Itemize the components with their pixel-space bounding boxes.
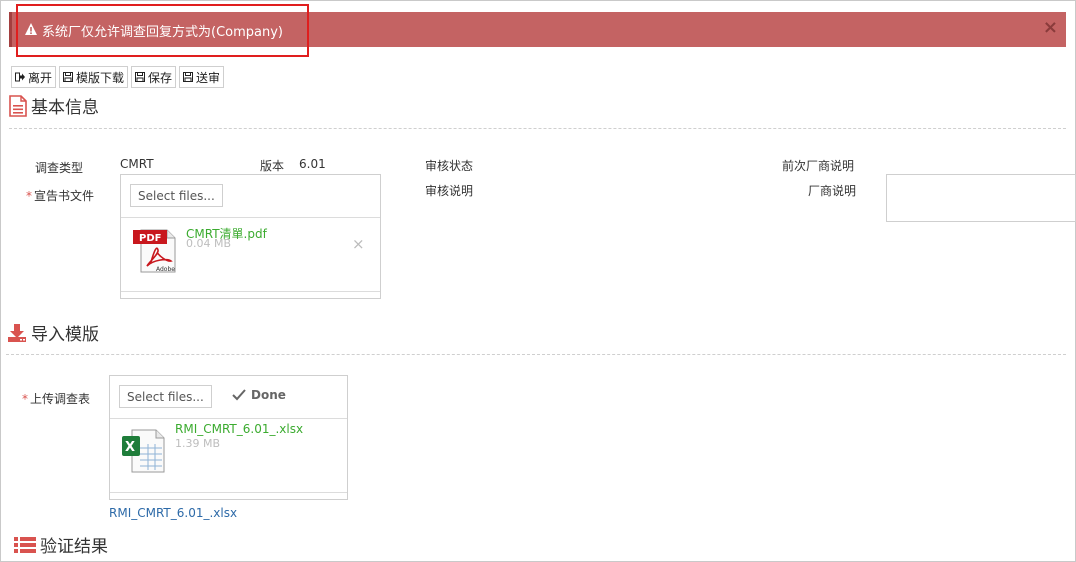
declaration-upload: Select files... PDF Adobe CMRT清單.pdf 0.0… xyxy=(120,174,381,299)
list-icon xyxy=(14,536,36,553)
save-label: 保存 xyxy=(148,70,173,85)
svg-text:PDF: PDF xyxy=(139,233,161,244)
upload-status: Done xyxy=(232,388,286,402)
select-files-button[interactable]: Select files... xyxy=(119,385,212,408)
pdf-file-icon: PDF Adobe xyxy=(133,229,176,273)
declaration-file-size: 0.04 MB xyxy=(186,237,232,250)
save-button[interactable]: 保存 xyxy=(131,66,177,88)
survey-file-link[interactable]: RMI_CMRT_6.01_.xlsx xyxy=(109,506,237,520)
upload-footer xyxy=(121,291,380,292)
survey-upload: Select files... Done X RMI_CMRT_6.01_.xl… xyxy=(109,375,348,500)
upload-survey-label-text: 上传调查表 xyxy=(30,392,91,406)
section-title: 导入模版 xyxy=(31,325,99,345)
version-value: 6.01 xyxy=(299,157,326,171)
audit-status-label: 审核状态 xyxy=(425,159,474,173)
leave-button[interactable]: 离开 xyxy=(11,66,57,88)
done-label: Done xyxy=(251,388,286,402)
template-download-label: 模版下载 xyxy=(76,70,125,85)
survey-type-label: 调查类型 xyxy=(35,161,84,175)
vendor-note-textarea[interactable] xyxy=(886,174,1076,222)
submit-button[interactable]: 送审 xyxy=(179,66,225,88)
declaration-label: * 宣告书文件 xyxy=(26,187,94,204)
upload-divider xyxy=(110,418,347,419)
floppy-icon xyxy=(63,72,74,82)
submit-label: 送审 xyxy=(196,70,221,85)
section-verify-result: 验证结果 xyxy=(14,532,108,557)
version-label: 版本 xyxy=(260,159,285,173)
select-files-button[interactable]: Select files... xyxy=(130,184,223,207)
svg-text:X: X xyxy=(125,440,135,455)
vendor-note-label: 厂商说明 xyxy=(808,184,857,198)
declaration-label-text: 宣告书文件 xyxy=(34,189,95,203)
template-download-button[interactable]: 模版下载 xyxy=(59,66,129,88)
required-mark: * xyxy=(22,392,28,406)
upload-survey-label: * 上传调查表 xyxy=(22,390,90,407)
upload-footer xyxy=(110,492,347,493)
floppy-icon xyxy=(135,72,146,82)
audit-note-label: 审核说明 xyxy=(425,184,474,198)
document-icon xyxy=(9,94,27,117)
section-import-template: 导入模版 xyxy=(7,320,99,345)
prev-vendor-note-label: 前次厂商说明 xyxy=(782,159,855,173)
upload-divider xyxy=(121,217,380,218)
leave-label: 离开 xyxy=(28,70,53,85)
section-title: 基本信息 xyxy=(31,98,99,118)
survey-file-size: 1.39 MB xyxy=(175,437,221,450)
alert-close-button[interactable]: × xyxy=(1043,19,1058,37)
divider xyxy=(9,128,1066,129)
required-mark: * xyxy=(26,189,32,203)
sign-out-icon xyxy=(15,72,25,82)
divider xyxy=(6,354,1066,355)
highlight-box xyxy=(16,4,309,57)
survey-type-value: CMRT xyxy=(120,157,154,171)
section-basic-info: 基本信息 xyxy=(9,93,99,118)
remove-file-button[interactable]: × xyxy=(352,235,365,253)
section-title: 验证结果 xyxy=(40,537,108,557)
toolbar: 离开 模版下载 保存 送审 xyxy=(11,66,225,88)
excel-file-icon: X xyxy=(122,429,165,473)
download-icon xyxy=(8,323,26,342)
survey-file-name[interactable]: RMI_CMRT_6.01_.xlsx xyxy=(175,422,303,436)
check-icon xyxy=(232,389,246,401)
floppy-icon xyxy=(183,72,194,82)
svg-text:Adobe: Adobe xyxy=(156,266,175,273)
